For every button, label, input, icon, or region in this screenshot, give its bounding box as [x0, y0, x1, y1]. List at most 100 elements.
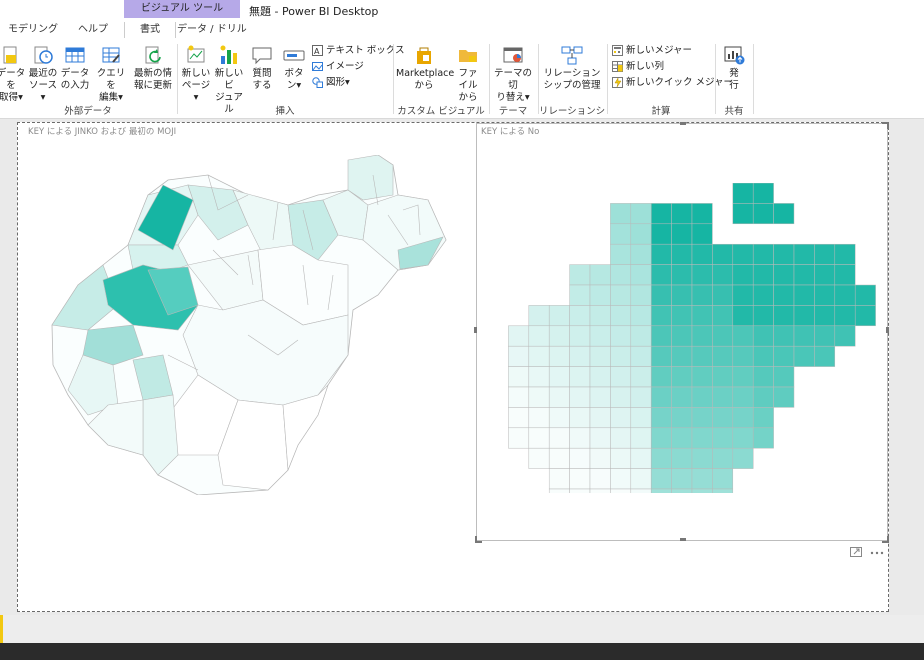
edit-queries-button[interactable]: クエリを 編集▾	[94, 44, 128, 104]
filled-map-visual[interactable]	[48, 155, 448, 495]
edit-queries-label-1: クエリを	[96, 68, 126, 91]
more-options-icon[interactable]	[870, 551, 884, 555]
manage-relationships-label-1: リレーション	[543, 68, 601, 79]
switch-theme-label-2: り替え▾	[496, 92, 530, 103]
edit-queries-icon	[102, 47, 120, 63]
resize-handle[interactable]	[886, 327, 889, 333]
table-icon	[65, 47, 85, 63]
tab-format[interactable]: 書式	[124, 22, 176, 38]
taskbar	[0, 643, 924, 660]
title-bar: ビジュアル ツール 無題 - Power BI Desktop モデリング ヘル…	[0, 0, 924, 41]
get-data-label-1: データを	[0, 68, 26, 91]
resize-corner[interactable]	[882, 122, 889, 129]
tab-modeling[interactable]: モデリング	[8, 22, 58, 38]
new-page-label-1: 新しい	[181, 68, 211, 79]
resize-corner[interactable]	[882, 536, 889, 543]
recent-sources-icon	[34, 46, 53, 64]
refresh-icon	[145, 46, 161, 64]
ask-question-label-2: する	[252, 80, 272, 91]
new-visual-label-1: 新しいビ	[214, 68, 244, 91]
publish-label-1: 発	[729, 68, 739, 79]
enter-data-label-1: データ	[60, 68, 90, 79]
refresh-button[interactable]: 最新の情 報に更新	[132, 44, 174, 92]
refresh-label-1: 最新の情	[133, 68, 172, 79]
shapes-button[interactable]: 図形▾	[312, 75, 350, 91]
ask-question-label-1: 質問	[252, 68, 272, 79]
database-icon	[3, 46, 17, 64]
button-shape-icon	[283, 50, 305, 61]
recent-sources-label-2: ソース▾	[28, 80, 58, 103]
left-visual-title: KEY による JINKO および 最初の MOJI	[28, 127, 177, 137]
refresh-label-2: 報に更新	[133, 80, 172, 91]
status-bar	[0, 615, 924, 643]
textbox-button[interactable]: A テキスト ボックス	[312, 43, 404, 59]
group-label-insert: 挿入	[275, 106, 295, 117]
theme-icon	[503, 47, 523, 63]
buttons-button[interactable]: ボタ ン▾	[280, 44, 308, 92]
report-canvas: KEY による JINKO および 最初の MOJI KEY による No	[0, 119, 924, 615]
quick-measure-icon	[612, 77, 623, 88]
map-region	[347, 155, 394, 201]
context-tab-label: ビジュアル ツール	[124, 0, 240, 18]
image-label: イメージ	[326, 61, 364, 72]
resize-handle[interactable]	[680, 538, 686, 541]
from-file-button[interactable]: ファイル から	[454, 44, 482, 104]
manage-relationships-button[interactable]: リレーション シップの管理	[540, 44, 604, 92]
marketplace-button[interactable]: Marketplace から	[396, 44, 455, 92]
group-separator	[753, 44, 754, 114]
tab-help[interactable]: ヘルプ	[78, 22, 108, 38]
resize-corner[interactable]	[475, 536, 482, 543]
group-label-share: 共有	[724, 106, 744, 117]
new-page-icon	[187, 45, 205, 63]
buttons-label-1: ボタ	[284, 68, 304, 79]
ribbon: データを 取得▾ 最近の ソース▾ データ の入力 クエリを 編集▾ 最新の情 …	[0, 40, 924, 131]
speech-bubble-icon	[252, 47, 272, 65]
get-data-label-2: 取得▾	[0, 92, 23, 103]
from-file-label-2: から	[458, 92, 478, 103]
visual-selection-frame	[476, 123, 888, 541]
report-page[interactable]: KEY による JINKO および 最初の MOJI KEY による No	[17, 122, 889, 612]
group-label-theme: テーマ	[498, 106, 528, 117]
new-page-button[interactable]: 新しい ページ▾	[180, 44, 212, 104]
ask-question-button[interactable]: 質問 する	[248, 44, 276, 92]
publish-button[interactable]: 発 行	[719, 44, 749, 92]
recent-sources-label-1: 最近の	[28, 68, 58, 79]
switch-theme-label-1: テーマの切	[493, 68, 532, 91]
image-icon	[312, 62, 323, 71]
edit-queries-label-2: 編集▾	[99, 92, 123, 103]
tab-data-drill[interactable]: データ / ドリル	[177, 22, 247, 38]
resize-handle[interactable]	[474, 327, 477, 333]
shapes-icon	[312, 77, 323, 88]
group-label-external-data: 外部データ	[64, 106, 112, 117]
from-file-label-1: ファイル	[458, 68, 478, 91]
get-data-button[interactable]: データを 取得▾	[0, 44, 26, 104]
switch-theme-button[interactable]: テーマの切 り替え▾	[490, 44, 536, 104]
new-quick-measure-label: 新しいクイック メジャー	[626, 77, 734, 88]
folder-icon	[459, 50, 477, 62]
new-page-label-2: ページ▾	[181, 80, 211, 103]
resize-handle[interactable]	[680, 122, 686, 125]
marketplace-label-1: Marketplace	[396, 68, 455, 79]
svg-text:A: A	[314, 47, 320, 56]
buttons-label-2: ン▾	[286, 80, 302, 91]
new-measure-label: 新しいメジャー	[626, 45, 693, 56]
window-title: 無題 - Power BI Desktop	[249, 5, 379, 18]
page-tab-indicator	[0, 615, 3, 643]
manage-relationships-label-2: シップの管理	[543, 80, 601, 91]
image-button[interactable]: イメージ	[312, 59, 364, 75]
recent-sources-button[interactable]: 最近の ソース▾	[27, 44, 59, 104]
new-column-button[interactable]: 新しい列	[612, 59, 664, 75]
group-label-calculation: 計算	[651, 106, 671, 117]
focus-mode-icon[interactable]	[850, 547, 862, 557]
new-column-label: 新しい列	[626, 61, 665, 72]
textbox-icon: A	[312, 45, 323, 56]
publish-label-2: 行	[729, 80, 739, 91]
new-measure-button[interactable]: 新しいメジャー	[612, 43, 692, 59]
enter-data-button[interactable]: データ の入力	[60, 44, 90, 92]
marketplace-label-2: から	[414, 80, 434, 91]
shopping-bag-icon	[417, 47, 431, 64]
enter-data-label-2: の入力	[60, 80, 90, 91]
bar-chart-icon	[220, 45, 237, 64]
group-label-custom-visual: カスタム ビジュアル	[397, 106, 485, 117]
column-icon	[612, 61, 623, 72]
